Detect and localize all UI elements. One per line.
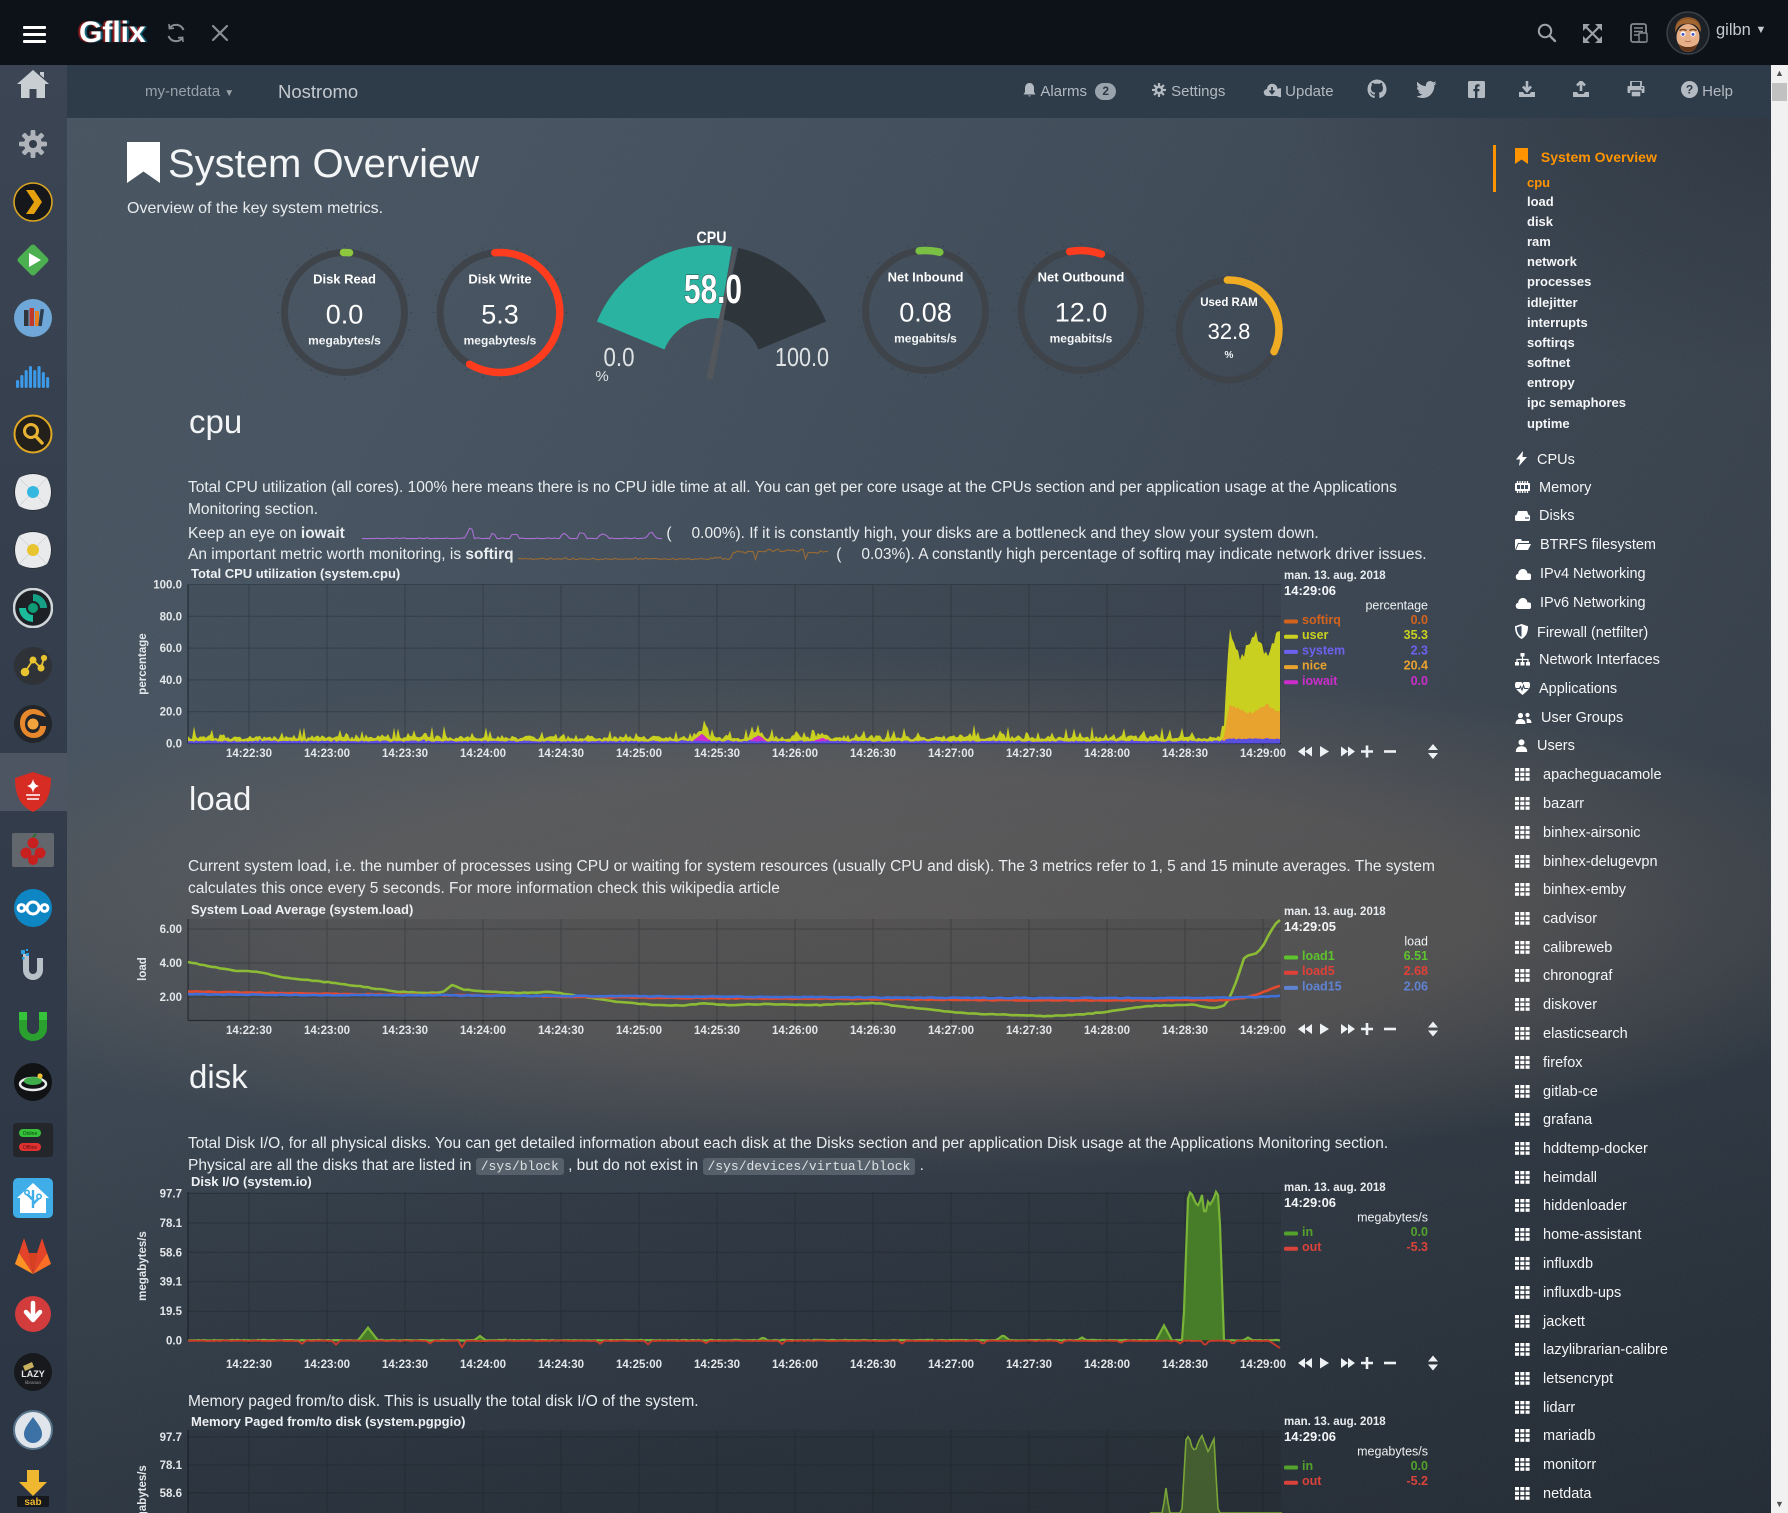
svg-text:LAZY: LAZY: [21, 1369, 45, 1379]
svg-text:?: ?: [1686, 83, 1693, 97]
svg-text:sab: sab: [24, 1497, 41, 1508]
svg-text:Offline: Offline: [23, 1145, 38, 1151]
svg-text:Online: Online: [23, 1131, 38, 1137]
svg-text:librarian: librarian: [25, 1380, 42, 1385]
